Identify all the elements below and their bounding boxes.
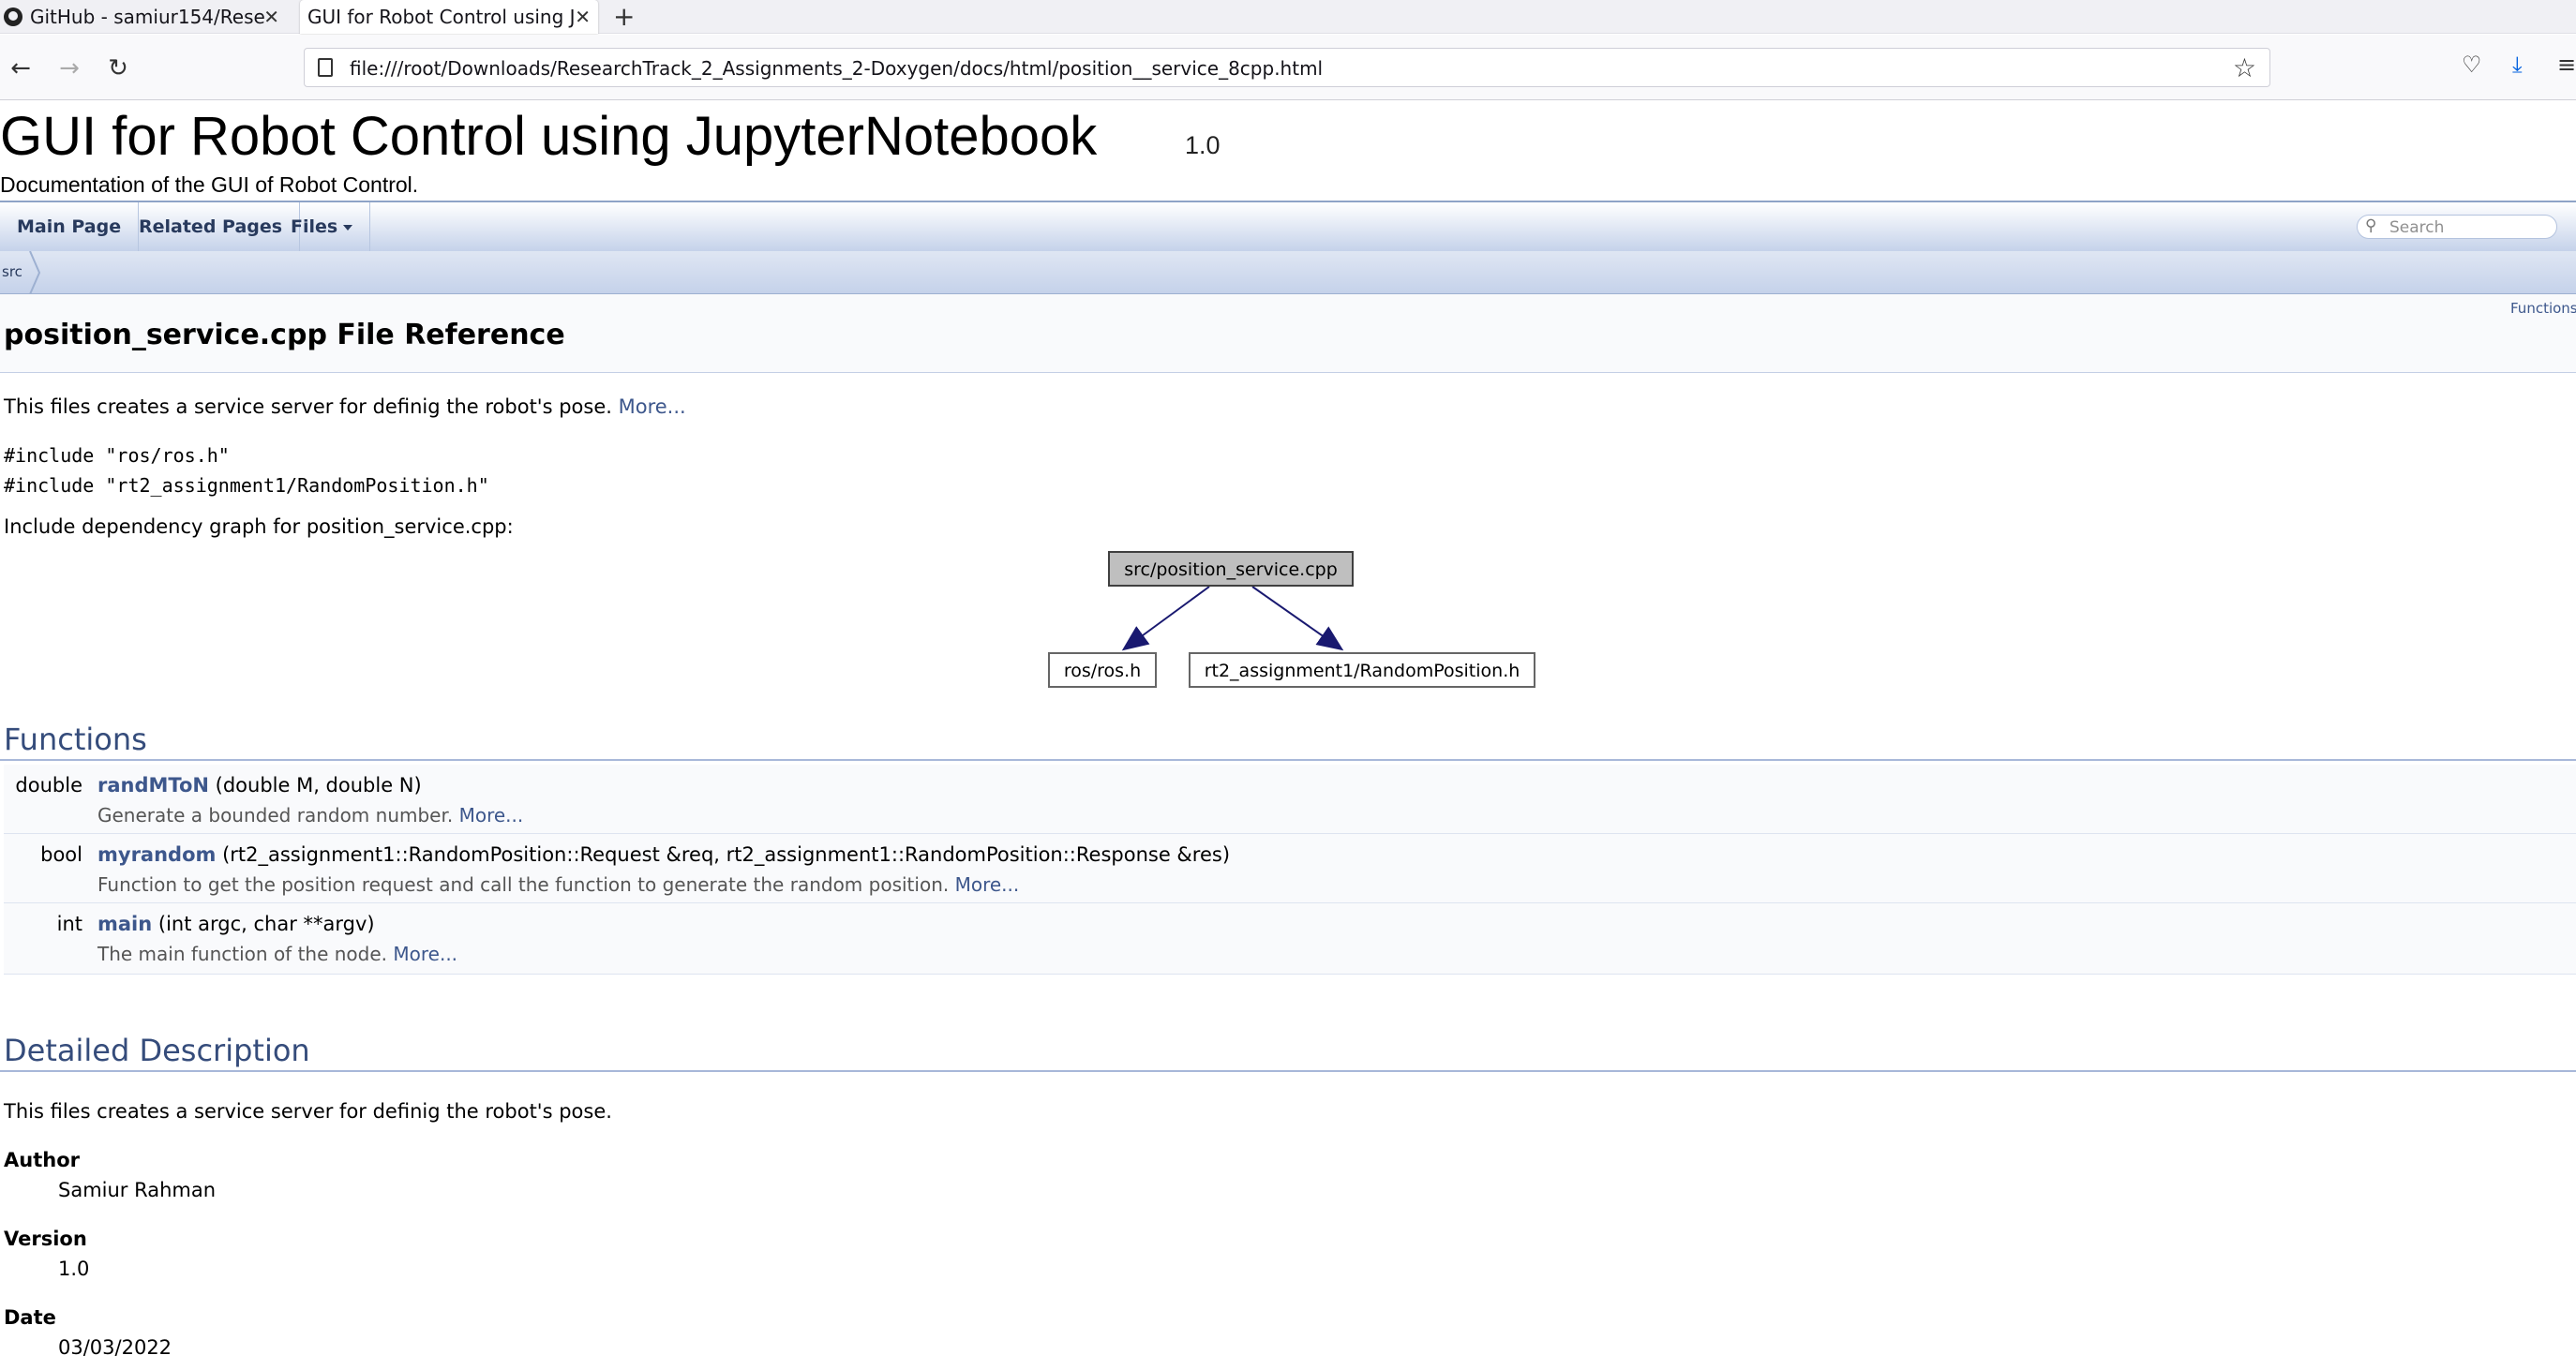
menu-icon[interactable]: ≡ [2557, 52, 2576, 78]
downloads-icon[interactable]: ⤓ [2512, 52, 2523, 78]
function-signature: main (int argc, char **argv) [97, 913, 375, 935]
more-link[interactable]: More... [459, 804, 524, 826]
version-label: Version [4, 1228, 87, 1250]
tab-github-label: GitHub - samiur154/Rese [30, 6, 265, 28]
file-brief-text: This files creates a service server for … [4, 395, 612, 418]
url-text[interactable]: file:///root/Downloads/ResearchTrack_2_A… [350, 57, 1323, 80]
address-bar[interactable]: file:///root/Downloads/ResearchTrack_2_A… [304, 48, 2270, 87]
author-value: Samiur Rahman [58, 1179, 217, 1201]
section-divider [0, 759, 2576, 761]
function-desc-text: Generate a bounded random number. [97, 804, 454, 826]
functions-heading: Functions [4, 722, 147, 757]
search-icon: ⚲ [2365, 216, 2377, 235]
search-input[interactable]: ⚲ Search [2357, 215, 2557, 239]
page-title: position_service.cpp File Reference [4, 319, 565, 351]
function-return-type: int [56, 913, 82, 935]
page-icon [318, 58, 333, 77]
graph-edge [1251, 586, 1344, 651]
project-number: 1.0 [1185, 131, 1221, 159]
tab-github[interactable]: GitHub - samiur154/Rese ✕ [0, 0, 287, 34]
function-desc: Function to get the position request and… [97, 873, 1019, 896]
version-value: 1.0 [58, 1258, 90, 1280]
function-row-myrandom: bool myrandom (rt2_assignment1::RandomPo… [4, 834, 2576, 903]
search-placeholder: Search [2389, 218, 2445, 237]
pocket-icon[interactable]: ♡ [2462, 52, 2482, 78]
breadcrumb-src[interactable]: src [2, 263, 22, 280]
detailed-description-heading: Detailed Description [4, 1033, 310, 1068]
include-dependency-graph: src/position_service.cpp ros/ros.h rt2_a… [1031, 544, 1556, 693]
back-arrow-icon[interactable]: ← [6, 53, 36, 83]
tab-main-page[interactable]: Main Page [0, 202, 140, 251]
function-signature: myrandom (rt2_assignment1::RandomPositio… [97, 843, 1230, 866]
bookmark-star-icon[interactable]: ☆ [2233, 52, 2256, 83]
function-row-main: int main (int argc, char **argv) The mai… [4, 903, 2576, 975]
function-desc: Generate a bounded random number. More..… [97, 804, 523, 826]
project-name: GUI for Robot Control using JupyterNoteb… [0, 106, 1098, 167]
include-line: #include "rt2_assignment1/RandomPosition… [4, 474, 489, 497]
more-link[interactable]: More... [955, 873, 1020, 896]
function-return-type: bool [40, 843, 82, 866]
graph-node-ros-h[interactable]: ros/ros.h [1048, 652, 1157, 688]
new-tab-plus-icon[interactable]: + [613, 0, 635, 34]
tab-gui-robot-control[interactable]: GUI for Robot Control using J ✕ [300, 0, 598, 34]
function-link-myrandom[interactable]: myrandom [97, 843, 216, 866]
dropdown-caret-icon [343, 224, 353, 231]
tab-files-label: Files [291, 216, 338, 237]
browser-nav-bar: ← → ↻ file:///root/Downloads/ResearchTra… [0, 35, 2576, 100]
function-desc: The main function of the node. More... [97, 943, 457, 965]
graph-edge [1121, 586, 1210, 651]
function-link-randmton[interactable]: randMToN [97, 774, 209, 797]
graph-caption: Include dependency graph for position_se… [4, 515, 514, 538]
date-label: Date [4, 1306, 56, 1329]
date-value: 03/03/2022 [58, 1336, 172, 1359]
breadcrumb-separator-icon [29, 251, 41, 294]
function-args: (rt2_assignment1::RandomPosition::Reques… [222, 843, 1231, 866]
function-signature: randMToN (double M, double N) [97, 774, 422, 797]
tab-files[interactable]: Files [274, 202, 371, 251]
author-label: Author [4, 1149, 80, 1171]
breadcrumb: src [0, 251, 2576, 294]
file-brief: This files creates a service server for … [4, 395, 686, 418]
project-brief: Documentation of the GUI of Robot Contro… [0, 172, 419, 197]
function-desc-text: Function to get the position request and… [97, 873, 950, 896]
function-link-main[interactable]: main [97, 913, 152, 935]
graph-node-randomposition-h[interactable]: rt2_assignment1/RandomPosition.h [1189, 652, 1535, 688]
browser-tab-bar: GitHub - samiur154/Rese ✕ GUI for Robot … [0, 0, 2576, 34]
main-nav-tabs: Main Page Related Pages Files ⚲ Search [0, 201, 2576, 251]
function-args: (int argc, char **argv) [157, 913, 375, 935]
close-tab-icon[interactable]: ✕ [263, 6, 279, 28]
github-icon [4, 7, 22, 26]
reload-icon[interactable]: ↻ [103, 53, 133, 83]
function-args: (double M, double N) [215, 774, 422, 797]
page-header: position_service.cpp File Reference [0, 294, 2576, 373]
tab-active-label: GUI for Robot Control using J [307, 6, 576, 28]
function-row-randmton: double randMToN (double M, double N) Gen… [4, 765, 2576, 834]
function-desc-text: The main function of the node. [97, 943, 388, 965]
forward-arrow-icon[interactable]: → [54, 53, 84, 83]
close-tab-icon[interactable]: ✕ [575, 6, 591, 28]
more-link[interactable]: More... [619, 395, 686, 418]
more-link[interactable]: More... [393, 943, 457, 965]
summary-functions-link[interactable]: Functions [2510, 300, 2576, 317]
function-return-type: double [15, 774, 82, 797]
include-line: #include "ros/ros.h" [4, 444, 230, 467]
graph-node-root: src/position_service.cpp [1108, 551, 1354, 587]
detail-text: This files creates a service server for … [4, 1100, 612, 1123]
section-divider [0, 1070, 2576, 1072]
